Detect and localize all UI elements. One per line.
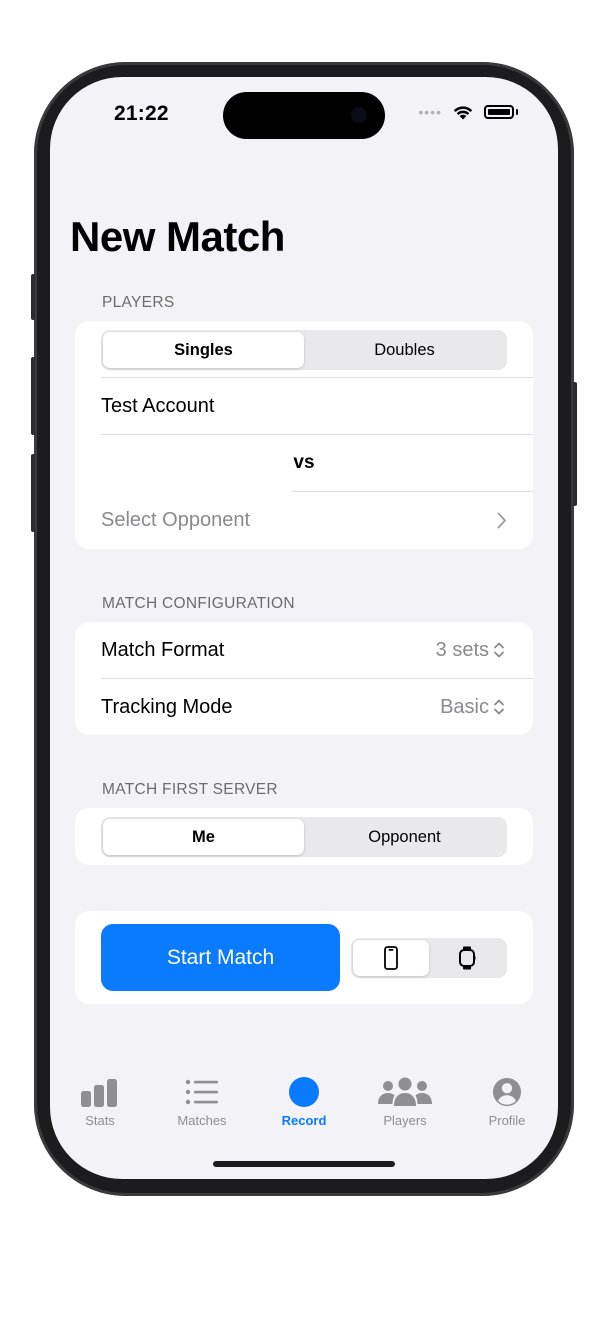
chevron-right-icon (497, 512, 506, 528)
tracking-mode-row[interactable]: Tracking Mode Basic (101, 679, 533, 735)
person-circle-icon (492, 1077, 522, 1107)
tab-record[interactable]: Record (259, 1077, 349, 1128)
phone-option[interactable] (353, 940, 429, 976)
status-indicators: •••• (418, 104, 518, 120)
start-match-button[interactable]: Start Match (101, 924, 340, 991)
mute-switch (31, 274, 35, 320)
power-button (573, 382, 577, 506)
list-icon (185, 1079, 218, 1105)
players-card: Singles Doubles Test Account vs Select O… (75, 321, 533, 549)
opponent-option[interactable]: Opponent (304, 819, 505, 855)
watch-icon (459, 946, 476, 970)
device-segmented-control[interactable] (351, 938, 507, 978)
status-time: 21:22 (114, 102, 169, 125)
home-indicator[interactable] (213, 1161, 395, 1167)
match-type-segmented-control[interactable]: Singles Doubles (101, 330, 507, 370)
volume-down-button (31, 454, 35, 532)
player-one-name: Test Account (101, 394, 215, 417)
cellular-signal-icon: •••• (418, 104, 442, 120)
doubles-option[interactable]: Doubles (304, 332, 505, 368)
chevron-up-down-icon (494, 699, 504, 715)
tracking-mode-picker[interactable]: Basic (440, 696, 505, 719)
tab-bar: Stats Matches Record Players Profile (50, 1077, 558, 1147)
wifi-icon (453, 106, 473, 120)
versus-row: vs (75, 435, 533, 491)
match-format-picker[interactable]: 3 sets (436, 639, 505, 662)
first-server-card: Me Opponent (75, 808, 533, 865)
tab-profile[interactable]: Profile (462, 1077, 552, 1128)
bar-chart-icon (81, 1079, 117, 1107)
page-title: New Match (70, 213, 285, 260)
tracking-mode-label: Tracking Mode (101, 695, 233, 718)
me-option[interactable]: Me (103, 819, 304, 855)
match-format-label: Match Format (101, 638, 225, 661)
player-one-row: Test Account (101, 378, 533, 434)
watch-option[interactable] (429, 940, 505, 976)
select-opponent-row[interactable]: Select Opponent (101, 492, 533, 548)
match-format-row[interactable]: Match Format 3 sets (101, 622, 533, 678)
start-match-card: Start Match (75, 911, 533, 1004)
dynamic-island (223, 92, 385, 139)
first-server-segmented-control[interactable]: Me Opponent (101, 817, 507, 857)
tab-stats[interactable]: Stats (55, 1077, 145, 1128)
singles-option[interactable]: Singles (103, 332, 304, 368)
tab-matches[interactable]: Matches (157, 1077, 247, 1128)
versus-label: vs (293, 452, 315, 473)
first-server-section-header: MATCH FIRST SERVER (102, 781, 278, 798)
configuration-section-header: MATCH CONFIGURATION (102, 595, 295, 612)
people-icon (378, 1077, 432, 1106)
configuration-card: Match Format 3 sets Tracking Mode Basic (75, 622, 533, 735)
chevron-up-down-icon (494, 642, 504, 658)
select-opponent-label: Select Opponent (101, 508, 250, 531)
phone-icon (384, 946, 398, 970)
players-section-header: PLAYERS (102, 294, 175, 311)
app-screen: 21:22 •••• New Match PLAYERS Singles Dou… (50, 77, 558, 1179)
volume-up-button (31, 357, 35, 435)
battery-icon (484, 105, 514, 119)
tab-players[interactable]: Players (360, 1077, 450, 1128)
record-icon (289, 1077, 319, 1107)
